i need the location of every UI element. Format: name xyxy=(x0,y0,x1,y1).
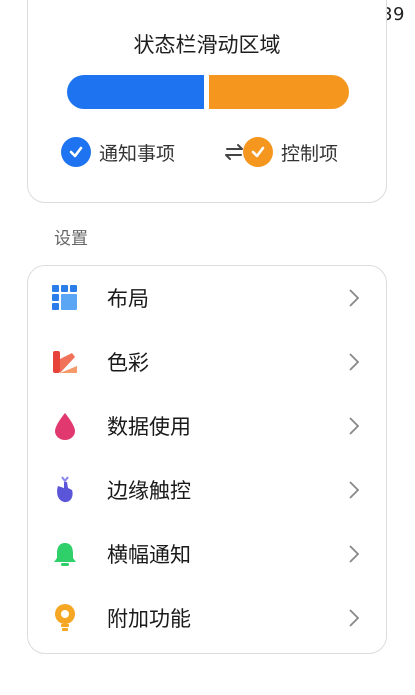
data-drop-icon xyxy=(50,411,80,441)
settings-item-label: 附加功能 xyxy=(107,607,191,631)
check-icon xyxy=(243,137,273,167)
settings-item-label: 边缘触控 xyxy=(107,479,191,503)
swap-arrows-icon[interactable] xyxy=(223,143,245,161)
settings-item-extras[interactable]: 附加功能 xyxy=(28,586,386,650)
legend-control-label: 控制项 xyxy=(281,142,339,165)
settings-item-color[interactable]: 色彩 xyxy=(28,330,386,394)
legend-control: 控制项 xyxy=(243,137,338,167)
settings-item-label: 横幅通知 xyxy=(107,543,191,567)
chevron-right-icon xyxy=(349,609,360,627)
chevron-right-icon xyxy=(349,417,360,435)
chevron-right-icon xyxy=(349,353,360,371)
check-icon xyxy=(61,137,91,167)
settings-item-banner-notify[interactable]: 横幅通知 xyxy=(28,522,386,586)
control-segment[interactable] xyxy=(209,75,349,109)
chevron-right-icon xyxy=(349,545,360,563)
legend-notify-label: 通知事项 xyxy=(99,142,176,165)
bulb-icon xyxy=(50,603,80,633)
legend-notify: 通知事项 xyxy=(61,137,175,167)
settings-item-data-usage[interactable]: 数据使用 xyxy=(28,394,386,458)
slide-area-card: 状态栏滑动区域 通知事项 控制项 xyxy=(27,0,387,203)
section-settings-label: 设置 xyxy=(54,229,88,249)
settings-item-label: 色彩 xyxy=(107,351,149,375)
layout-grid-icon xyxy=(50,283,80,313)
slide-area-split-bar[interactable] xyxy=(67,75,349,109)
palette-icon xyxy=(50,347,80,377)
slide-area-title: 状态栏滑动区域 xyxy=(133,33,281,57)
settings-item-layout[interactable]: 布局 xyxy=(28,266,386,330)
notify-segment[interactable] xyxy=(67,75,204,109)
chevron-right-icon xyxy=(349,481,360,499)
bell-icon xyxy=(50,539,80,569)
chevron-right-icon xyxy=(349,289,360,307)
settings-item-label: 布局 xyxy=(107,287,149,311)
settings-item-label: 数据使用 xyxy=(107,415,191,439)
edge-touch-icon xyxy=(50,475,80,505)
settings-card: 布局 色彩 数据使用 边缘触控 横幅通知 附加功能 xyxy=(27,265,387,654)
settings-item-edge-touch[interactable]: 边缘触控 xyxy=(28,458,386,522)
